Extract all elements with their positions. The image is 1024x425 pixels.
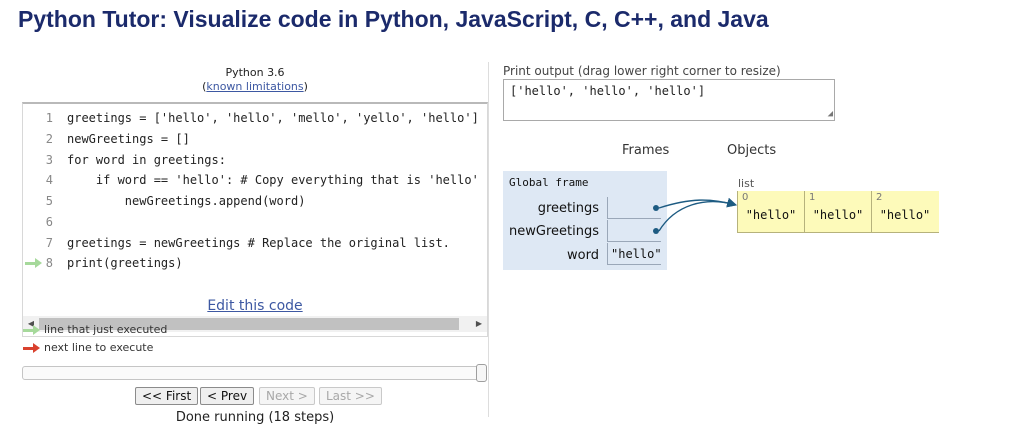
slider-handle[interactable] — [476, 364, 487, 382]
line-code: newGreetings = [] — [67, 132, 190, 146]
pointer-arrow-greetings — [658, 197, 737, 209]
var-name-word: word — [567, 248, 599, 263]
line-code: greetings = newGreetings # Replace the o… — [67, 236, 450, 250]
legend-label: next line to execute — [44, 341, 154, 354]
line-code: newGreetings.append(word) — [67, 194, 306, 208]
line-number: 1 — [45, 111, 53, 125]
code-line: 4 if word == 'hello': # Copy everything … — [23, 170, 487, 190]
limitations-note: (known limitations) — [202, 80, 308, 93]
global-frame: Global frame greetings newGreetings word… — [503, 171, 667, 270]
frame-title: Global frame — [509, 176, 589, 189]
frames-header: Frames — [622, 143, 670, 158]
list-cell: 0 "hello" — [737, 191, 804, 232]
known-limitations-link[interactable]: known limitations — [206, 80, 303, 93]
line-number: 6 — [45, 215, 53, 229]
list-value: "hello" — [745, 208, 797, 222]
line-number: 2 — [45, 132, 53, 146]
line-number: 3 — [45, 153, 53, 167]
step-slider[interactable] — [22, 364, 487, 382]
first-button[interactable]: << First — [135, 387, 199, 405]
green-arrow-icon — [23, 325, 40, 335]
next-button[interactable]: Next > — [259, 387, 315, 405]
list-cell: 1 "hello" — [804, 191, 871, 232]
print-output-label: Print output (drag lower right corner to… — [503, 64, 781, 78]
line-number: 5 — [45, 194, 53, 208]
line-code: greetings = ['hello', 'hello', 'mello', … — [67, 111, 479, 125]
pointer-arrow-newgreetings — [658, 197, 737, 232]
pane-divider — [488, 62, 489, 417]
list-value: "hello" — [879, 208, 931, 222]
page-title: Python Tutor: Visualize code in Python, … — [18, 6, 769, 32]
code-line: 1 greetings = ['hello', 'hello', 'mello',… — [23, 108, 487, 128]
code-pane: Python 3.6 (known limitations) 1 greeting… — [22, 62, 488, 425]
var-name-greetings: greetings — [537, 201, 599, 216]
list-type-label: list — [738, 177, 755, 190]
prev-button[interactable]: < Prev — [200, 387, 255, 405]
var-value-word: "hello" — [607, 243, 662, 265]
edit-code-link[interactable]: Edit this code — [22, 298, 488, 314]
list-cell: 2 "hello" — [871, 191, 938, 232]
var-name-newgreetings: newGreetings — [509, 224, 599, 239]
pointer-dot-icon — [653, 228, 659, 234]
line-number: 7 — [45, 236, 53, 250]
objects-header: Objects — [727, 143, 777, 158]
list-index: 0 — [742, 192, 749, 203]
print-output-box[interactable]: ['hello', 'hello', 'hello'] ◢ — [503, 79, 835, 121]
code-line: 2 newGreetings = [] — [23, 129, 487, 149]
list-value: "hello" — [812, 208, 864, 222]
code-line: 7 greetings = newGreetings # Replace the … — [23, 233, 487, 253]
line-code: if word == 'hello': # Copy everything th… — [67, 173, 479, 187]
print-output-text: ['hello', 'hello', 'hello'] — [510, 84, 706, 98]
line-number: 8 — [45, 256, 53, 270]
list-index: 2 — [876, 192, 883, 203]
last-button[interactable]: Last >> — [319, 387, 382, 405]
scroll-right-icon[interactable]: ▶ — [471, 316, 487, 332]
step-counter: Done running (18 steps) — [175, 410, 335, 425]
pointer-dot-icon — [653, 205, 659, 211]
var-value-text: "hello" — [611, 247, 662, 261]
code-line: 3 for word in greetings: — [23, 150, 487, 170]
red-arrow-icon — [23, 343, 40, 353]
line-code: for word in greetings: — [67, 153, 226, 167]
legend-label: line that just executed — [44, 323, 168, 336]
line-number: 4 — [45, 173, 53, 187]
resize-grip-icon[interactable]: ◢ — [828, 110, 833, 119]
code-line-current: 8 print(greetings) — [23, 253, 487, 273]
code-line: 5 newGreetings.append(word) — [23, 191, 487, 211]
list-object: 0 "hello" 1 "hello" 2 "hello" — [737, 191, 939, 233]
code-line: 6 — [23, 212, 487, 232]
line-code: print(greetings) — [67, 256, 183, 270]
language-label: Python 3.6 — [225, 66, 285, 79]
list-index: 1 — [809, 192, 816, 203]
